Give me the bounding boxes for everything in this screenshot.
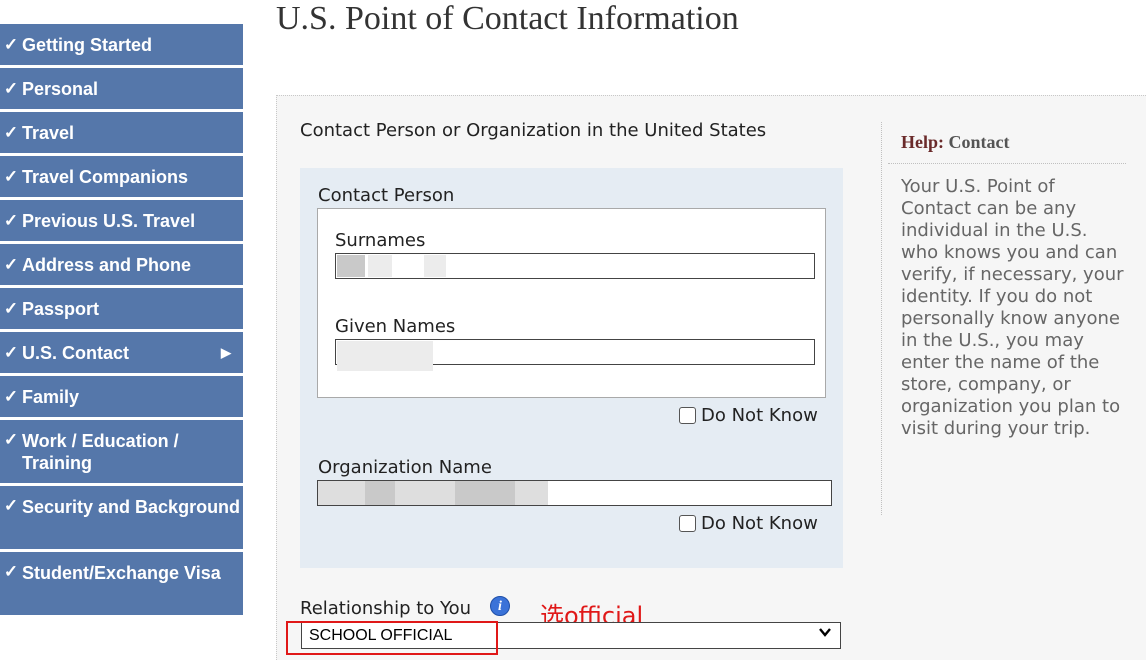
sidebar-item-student-exchange-visa[interactable]: ✓ Student/Exchange Visa [0, 552, 243, 615]
help-text: Your U.S. Point of Contact can be any in… [901, 176, 1124, 439]
contact-person-label: Contact Person [318, 185, 455, 206]
do-not-know-checkbox[interactable] [679, 515, 696, 532]
help-title-divider [888, 163, 1126, 165]
check-icon: ✓ [3, 34, 19, 54]
organization-name-label: Organization Name [318, 457, 492, 478]
do-not-know-label: Do Not Know [701, 405, 818, 426]
sidebar-item-travel[interactable]: ✓ Travel [0, 112, 243, 153]
check-icon: ✓ [3, 430, 19, 449]
check-icon: ✓ [3, 342, 19, 362]
sidebar-item-passport[interactable]: ✓ Passport [0, 288, 243, 329]
surnames-label: Surnames [335, 230, 426, 251]
sidebar-item-travel-companions[interactable]: ✓ Travel Companions [0, 156, 243, 197]
surnames-input[interactable] [335, 253, 815, 279]
relationship-label: Relationship to You [300, 598, 472, 619]
sidebar-item-label: Previous U.S. Travel [22, 210, 196, 231]
organization-do-not-know[interactable]: Do Not Know [679, 513, 818, 534]
redacted-text [337, 341, 433, 371]
sidebar-item-us-contact[interactable]: ✓ U.S. Contact ▶ [0, 332, 243, 373]
redacted-text [368, 255, 392, 277]
sidebar-item-label: Personal [22, 78, 99, 99]
sidebar-item-label: Student/Exchange Visa [22, 563, 221, 583]
sidebar-item-family[interactable]: ✓ Family [0, 376, 243, 417]
section-label: Contact Person or Organization in the Un… [300, 120, 767, 141]
sidebar-item-security-and-background[interactable]: ✓ Security and Background [0, 486, 243, 549]
help-title-topic: Contact [948, 132, 1010, 152]
sidebar-item-label: Address and Phone [22, 254, 192, 275]
sidebar-item-label: Family [22, 386, 80, 407]
help-title: Help: Contact [901, 132, 1010, 153]
sidebar-item-address-and-phone[interactable]: ✓ Address and Phone [0, 244, 243, 285]
sidebar-item-work-education-training[interactable]: ✓ Work / Education / Training [0, 420, 243, 483]
sidebar-item-label: Passport [22, 298, 100, 319]
sidebar-item-label: Security and Background [22, 497, 241, 517]
sidebar-item-personal[interactable]: ✓ Personal [0, 68, 243, 109]
current-arrow-icon: ▶ [221, 345, 231, 360]
sidebar-item-label: Travel [22, 122, 75, 143]
sidebar-item-getting-started[interactable]: ✓ Getting Started [0, 24, 243, 65]
do-not-know-label: Do Not Know [701, 513, 818, 534]
sidebar-item-label: Getting Started [22, 34, 153, 55]
check-icon: ✓ [3, 496, 19, 515]
redacted-text [365, 481, 395, 505]
sidebar-item-previous-us-travel[interactable]: ✓ Previous U.S. Travel [0, 200, 243, 241]
sidebar-item-label: U.S. Contact [22, 342, 130, 363]
check-icon: ✓ [3, 386, 19, 406]
given-names-label: Given Names [335, 316, 456, 337]
sidebar-nav: ✓ Getting Started ✓ Personal ✓ Travel ✓ … [0, 24, 243, 618]
redacted-text [337, 255, 365, 277]
info-icon[interactable]: i [490, 596, 510, 616]
contact-do-not-know[interactable]: Do Not Know [679, 405, 818, 426]
check-icon: ✓ [3, 78, 19, 98]
annotation-highlight-box [286, 621, 498, 655]
check-icon: ✓ [3, 122, 19, 142]
check-icon: ✓ [3, 298, 19, 318]
check-icon: ✓ [3, 210, 19, 230]
check-icon: ✓ [3, 254, 19, 274]
do-not-know-checkbox[interactable] [679, 407, 696, 424]
sidebar-item-label: Work / Education / Training [22, 431, 179, 473]
check-icon: ✓ [3, 166, 19, 186]
redacted-text [455, 481, 515, 505]
redacted-text [424, 255, 446, 277]
help-title-prefix: Help: [901, 132, 944, 152]
sidebar-item-label: Travel Companions [22, 166, 189, 187]
chevron-down-icon [818, 625, 832, 643]
help-divider [881, 122, 883, 515]
page-title: U.S. Point of Contact Information [276, 0, 739, 37]
check-icon: ✓ [3, 562, 19, 581]
